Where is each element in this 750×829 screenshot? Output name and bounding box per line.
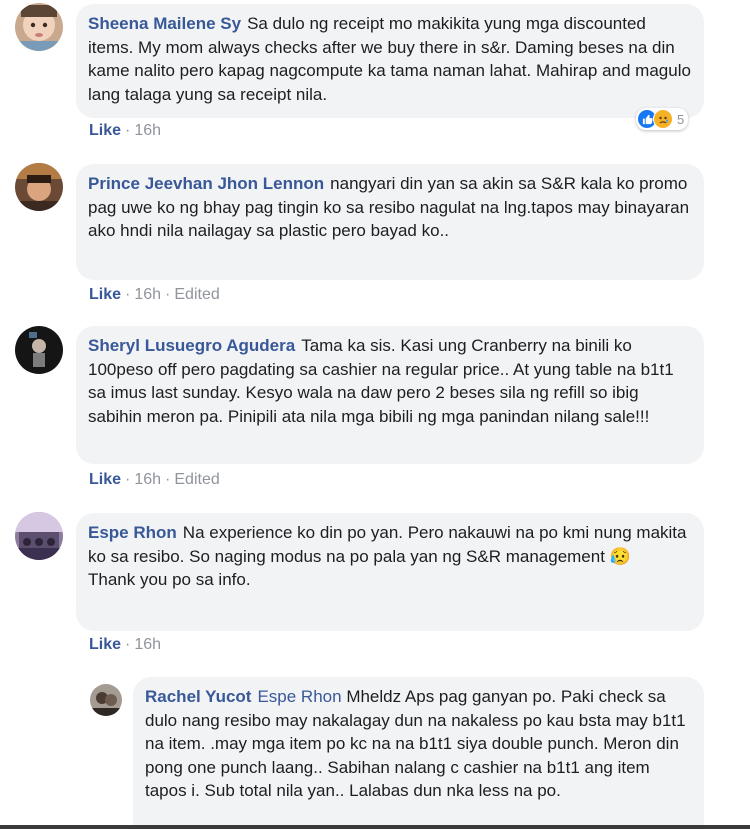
like-link[interactable]: Like xyxy=(89,286,121,303)
comment-bubble: Rachel Yucot Espe Rhon Mheldz Aps pag gan… xyxy=(133,677,704,829)
mention-link[interactable]: Espe Rhon xyxy=(257,687,341,706)
separator: · xyxy=(125,636,131,653)
timestamp[interactable]: 16h xyxy=(134,471,161,488)
reaction-summary[interactable]: 5 xyxy=(636,108,689,130)
comment-bubble: Sheryl Lusuegro Agudera Tama ka sis. Kasi… xyxy=(76,326,704,464)
comment-author[interactable]: Prince Jeevhan Jhon Lennon xyxy=(88,174,324,193)
comment-actions: Like · 16h · Edited xyxy=(89,471,220,489)
reaction-count: 5 xyxy=(677,111,685,127)
edited-label[interactable]: Edited xyxy=(174,286,219,303)
comment-actions: Like · 16h · Edited xyxy=(89,286,220,304)
comment-actions: Like · 16h xyxy=(89,636,161,654)
avatar[interactable] xyxy=(15,512,63,560)
like-link[interactable]: Like xyxy=(89,471,121,488)
comment-author[interactable]: Espe Rhon xyxy=(88,523,177,542)
avatar[interactable] xyxy=(15,326,63,374)
comment-text-line2: Thank you po sa info. xyxy=(88,570,251,589)
timestamp[interactable]: 16h xyxy=(134,122,161,139)
separator: · xyxy=(125,122,131,139)
comment-bubble: Espe Rhon Na experience ko din po yan. Pe… xyxy=(76,513,704,631)
separator: · xyxy=(165,286,171,303)
separator: · xyxy=(125,286,131,303)
window-bottom-edge xyxy=(0,825,750,829)
separator: · xyxy=(125,471,131,488)
comment-author[interactable]: Rachel Yucot xyxy=(145,687,251,706)
like-link[interactable]: Like xyxy=(89,636,121,653)
sad-icon xyxy=(653,109,673,129)
sad-emoji: 😥 xyxy=(609,546,631,566)
comment-bubble: Prince Jeevhan Jhon Lennon nangyari din y… xyxy=(76,164,704,280)
avatar[interactable] xyxy=(90,684,122,716)
separator: · xyxy=(165,471,171,488)
avatar[interactable] xyxy=(15,163,63,211)
comment-text: Na experience ko din po yan. Pero nakauw… xyxy=(88,523,687,566)
comment-author[interactable]: Sheena Mailene Sy xyxy=(88,14,241,33)
comment-bubble: Sheena Mailene Sy Sa dulo ng receipt mo m… xyxy=(76,4,704,118)
comment-author[interactable]: Sheryl Lusuegro Agudera xyxy=(88,336,295,355)
timestamp[interactable]: 16h xyxy=(134,286,161,303)
edited-label[interactable]: Edited xyxy=(174,471,219,488)
like-link[interactable]: Like xyxy=(89,122,121,139)
timestamp[interactable]: 16h xyxy=(134,636,161,653)
comment-actions: Like · 16h xyxy=(89,122,161,140)
avatar[interactable] xyxy=(15,3,63,51)
